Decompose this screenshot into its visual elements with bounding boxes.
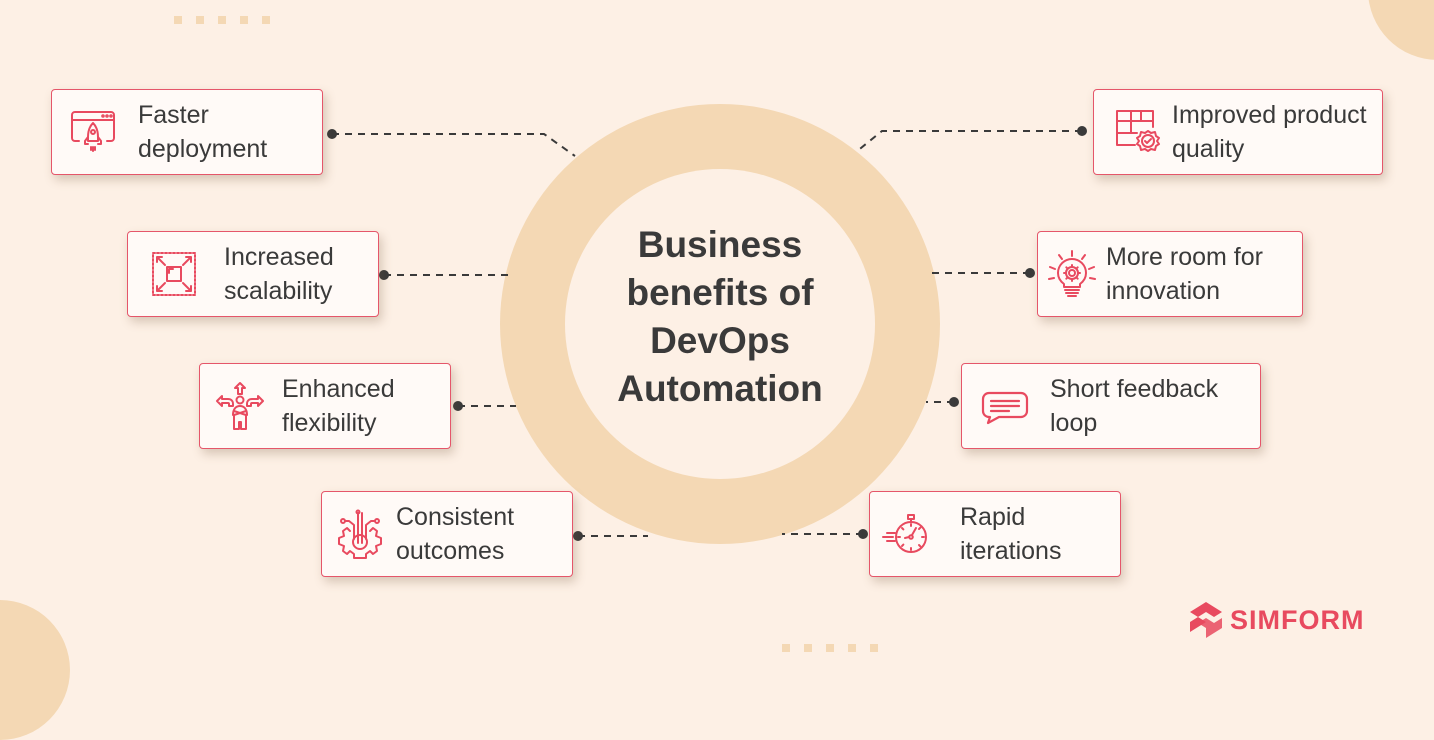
benefit-label: Consistent outcomes: [396, 503, 515, 565]
connector-improved-quality: [855, 130, 1082, 153]
brand-name: SIMFORM: [1230, 604, 1365, 635]
connector-dot: [949, 397, 959, 407]
person-arrows-icon: [214, 380, 266, 432]
connector-dot: [573, 531, 583, 541]
benefit-label: Short feedback loop: [1050, 375, 1219, 437]
lightbulb-gear-icon: [1046, 248, 1098, 300]
chat-bubble-icon: [978, 380, 1030, 432]
benefit-label: Faster deployment: [138, 101, 268, 163]
stopwatch-icon: [880, 508, 932, 560]
connector-dot: [858, 529, 868, 539]
connector-dot: [1077, 126, 1087, 136]
connector-faster-deployment: [332, 133, 576, 157]
connector-dot: [453, 401, 463, 411]
benefit-label: Enhanced flexibility: [282, 375, 395, 437]
benefit-label: Improved product quality: [1172, 101, 1367, 163]
benefit-card-rapid-iterations: Rapid iterations: [869, 491, 1121, 577]
quality-badge-icon: [1112, 106, 1164, 158]
benefit-card-faster-deployment: Faster deployment: [51, 89, 323, 175]
benefit-card-enhanced-flexibility: Enhanced flexibility: [199, 363, 451, 449]
gear-circuit-icon: [334, 508, 386, 560]
benefit-card-improved-quality: Improved product quality: [1093, 89, 1383, 175]
benefit-card-consistent-outcomes: Consistent outcomes: [321, 491, 573, 577]
benefit-label: Rapid iterations: [960, 503, 1062, 565]
benefit-card-short-feedback: Short feedback loop: [961, 363, 1261, 449]
benefit-label: More room for innovation: [1106, 243, 1263, 305]
connector-dot: [379, 270, 389, 280]
benefit-card-increased-scalability: Increased scalability: [127, 231, 379, 317]
benefit-card-more-room: More room for innovation: [1037, 231, 1303, 317]
simform-logo-icon: [1190, 602, 1222, 638]
scale-expand-icon: [148, 248, 200, 300]
connector-dot: [1025, 268, 1035, 278]
simform-logo: SIMFORM: [1188, 600, 1365, 640]
benefit-label: Increased scalability: [224, 243, 334, 305]
rocket-window-icon: [68, 106, 120, 158]
connector-dot: [327, 129, 337, 139]
